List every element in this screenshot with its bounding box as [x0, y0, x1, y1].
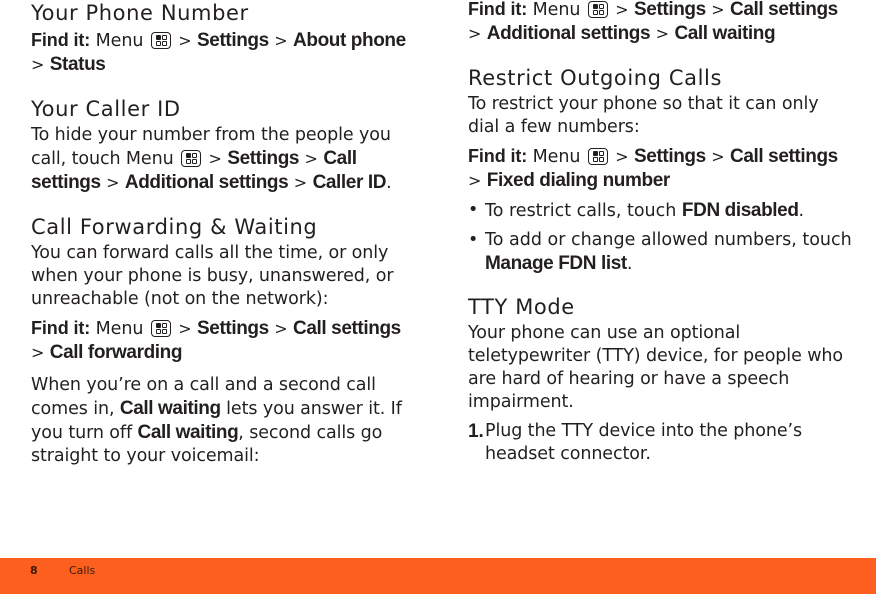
- list-item: To restrict calls, touch FDN disabled.: [468, 199, 853, 223]
- phone-number-find-it: Find it: Menu > Settings > About phone >…: [31, 30, 406, 75]
- menu-icon: [150, 32, 171, 49]
- left-column: Your Phone Number Find it: Menu > Settin…: [31, 0, 416, 468]
- section-title: Calls: [69, 564, 96, 577]
- find-it-label: Find it:: [468, 146, 528, 166]
- restrict-bullet-list: To restrict calls, touch FDN disabled. T…: [468, 199, 853, 276]
- list-item: To add or change allowed numbers, touch …: [468, 229, 853, 276]
- tty-step: 1. Plug the TTY device into the phone’s h…: [468, 421, 803, 464]
- menu-icon: [150, 320, 171, 337]
- right-column: Find it: Menu > Settings > Call settings…: [468, 0, 853, 466]
- page-footer: 8 Calls: [0, 558, 876, 594]
- caller-id-heading: Your Caller ID: [31, 97, 181, 121]
- tty-text: Your phone can use an optional teletypew…: [468, 323, 844, 412]
- forwarding-find-it: Find it: Menu > Settings > Call settings…: [31, 318, 401, 363]
- phone-number-heading: Your Phone Number: [31, 1, 249, 25]
- find-it-label: Find it:: [31, 318, 91, 338]
- restrict-find-it: Find it: Menu > Settings > Call settings…: [468, 146, 838, 191]
- caller-id-text: To hide your number from the people you …: [31, 125, 392, 193]
- tty-heading: TTY Mode: [468, 295, 575, 319]
- menu-icon: [587, 148, 608, 165]
- page-number: 8: [30, 564, 38, 577]
- find-it-label: Find it:: [31, 30, 91, 50]
- restrict-text: To restrict your phone so that it can on…: [468, 94, 819, 137]
- call-waiting-text: When you’re on a call and a second call …: [31, 375, 402, 466]
- restrict-heading: Restrict Outgoing Calls: [468, 66, 723, 90]
- forwarding-text: You can forward calls all the time, or o…: [31, 243, 394, 309]
- menu-icon: [587, 1, 608, 18]
- forwarding-heading: Call Forwarding & Waiting: [31, 215, 318, 239]
- call-waiting-find-it: Find it: Menu > Settings > Call settings…: [468, 0, 838, 44]
- menu-icon: [181, 150, 202, 167]
- find-it-label: Find it:: [468, 0, 528, 19]
